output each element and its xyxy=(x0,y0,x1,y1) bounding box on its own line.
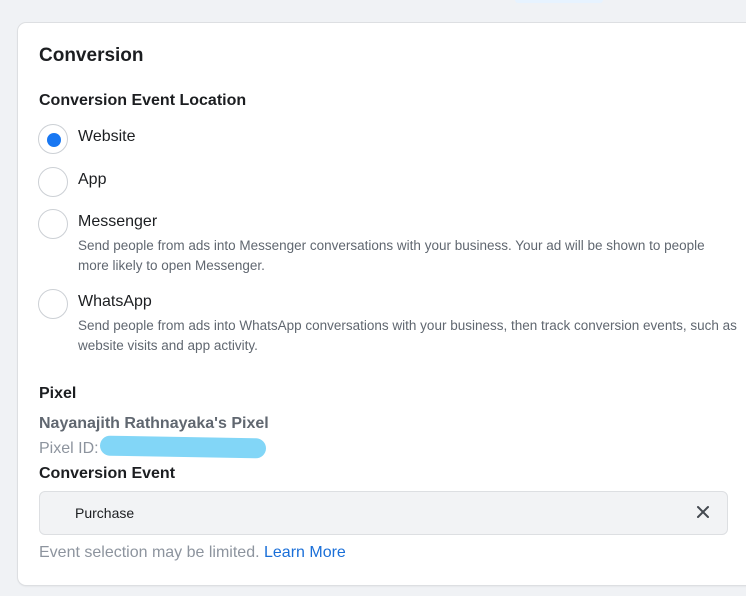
tab-indicator xyxy=(515,0,603,3)
radio-button-website[interactable] xyxy=(38,124,68,154)
close-icon[interactable] xyxy=(693,502,713,522)
radio-button-whatsapp[interactable] xyxy=(38,289,68,319)
conversion-event-heading: Conversion Event xyxy=(39,465,176,482)
conversion-event-select[interactable]: Purchase xyxy=(39,491,728,535)
conversion-event-value: Purchase xyxy=(75,505,135,521)
top-strip xyxy=(0,0,746,14)
radio-label-website: Website xyxy=(78,128,136,145)
section-title: Conversion xyxy=(39,45,144,66)
event-hint-text: Event selection may be limited. xyxy=(39,544,260,561)
radio-button-messenger[interactable] xyxy=(38,209,68,239)
event-hint: Event selection may be limited. Learn Mo… xyxy=(39,544,346,562)
pixel-id-redaction xyxy=(99,435,267,459)
learn-more-link[interactable]: Learn More xyxy=(264,544,346,561)
radio-label-whatsapp: WhatsApp xyxy=(78,293,152,310)
radio-description-whatsapp: Send people from ads into WhatsApp conve… xyxy=(78,318,737,353)
radio-description-messenger: Send people from ads into Messenger conv… xyxy=(78,238,705,273)
location-heading: Conversion Event Location xyxy=(39,92,247,109)
pixel-name: Nayanajith Rathnayaka's Pixel xyxy=(39,415,269,432)
pixel-heading: Pixel xyxy=(39,385,77,402)
radio-button-app[interactable] xyxy=(38,167,68,197)
pixel-id-label: Pixel ID: xyxy=(39,440,99,457)
radio-label-app: App xyxy=(78,171,107,188)
conversion-card: Conversion Conversion Event Location Web… xyxy=(18,23,746,585)
radio-label-messenger: Messenger xyxy=(78,213,158,230)
